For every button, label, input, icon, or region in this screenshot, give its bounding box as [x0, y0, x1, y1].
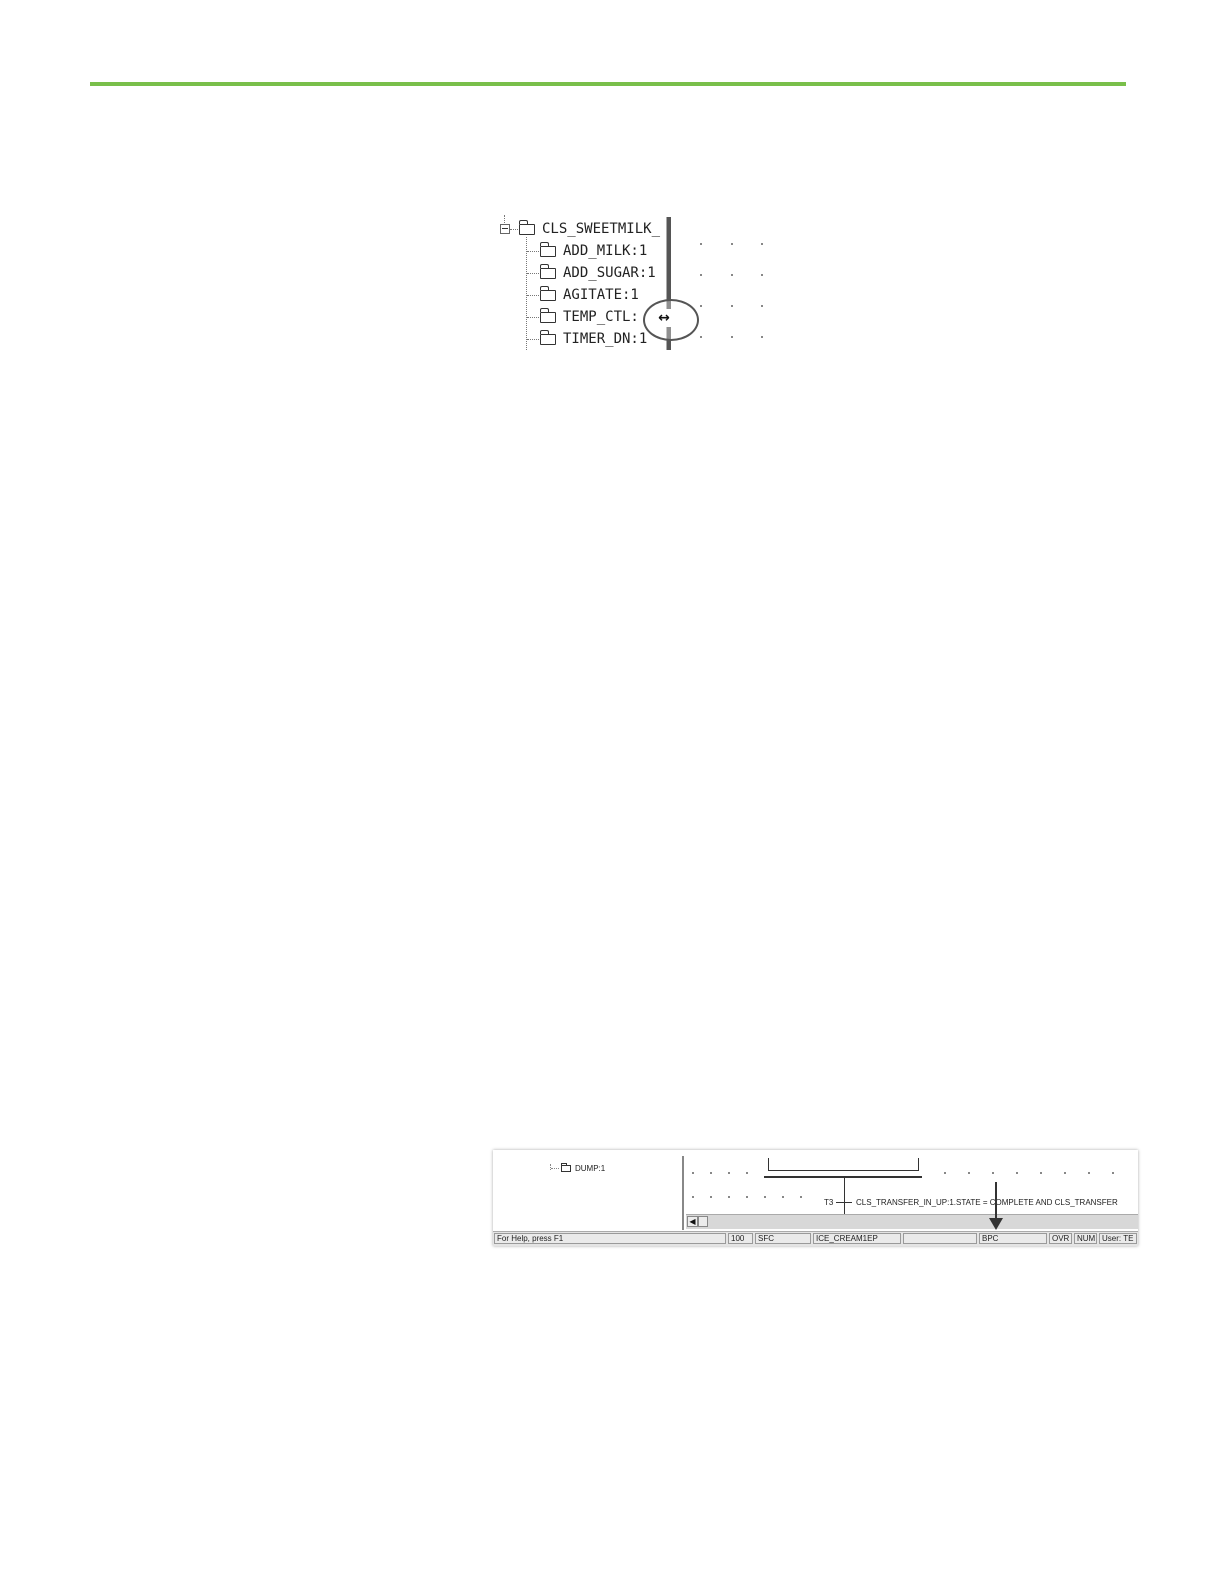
- grid-dot: [700, 305, 702, 307]
- sfc-wire: [768, 1170, 919, 1171]
- grid-dot: [1064, 1172, 1066, 1174]
- scroll-left-button[interactable]: ◀: [687, 1216, 698, 1227]
- collapse-toggle-icon[interactable]: [500, 224, 510, 234]
- header-rule: [90, 82, 1126, 86]
- grid-dot: [1016, 1172, 1018, 1174]
- horizontal-scrollbar[interactable]: ◀: [686, 1214, 1138, 1229]
- status-user: User: TE: [1099, 1233, 1137, 1244]
- tree-item[interactable]: ADD_SUGAR:1: [539, 262, 656, 284]
- status-blank: [903, 1233, 977, 1244]
- tree-connector: [527, 273, 539, 274]
- transition-marker: [836, 1202, 852, 1203]
- grid-dot: [761, 336, 763, 338]
- folder-icon: [539, 329, 556, 345]
- grid-dot: [761, 274, 763, 276]
- grid-dot: [692, 1196, 694, 1198]
- tree-connector: [527, 339, 539, 340]
- status-mode: SFC: [755, 1233, 811, 1244]
- tree-connector: [527, 295, 539, 296]
- sfc-wire: [918, 1158, 919, 1170]
- grid-dot: [731, 305, 733, 307]
- tree-connector: [504, 215, 505, 223]
- grid-dot: [1040, 1172, 1042, 1174]
- grid-dot: [746, 1196, 748, 1198]
- tree-item[interactable]: ADD_MILK:1: [539, 240, 648, 262]
- tree-item-label: AGITATE:1: [563, 287, 639, 303]
- status-zoom: 100: [728, 1233, 753, 1244]
- tree-connector: [551, 1168, 559, 1169]
- grid-dot: [992, 1172, 994, 1174]
- grid-dot: [700, 243, 702, 245]
- sfc-wire: [844, 1178, 845, 1214]
- grid-dot: [710, 1172, 712, 1174]
- grid-dot: [728, 1172, 730, 1174]
- status-help-text: For Help, press F1: [494, 1233, 726, 1244]
- tree-root-label: CLS_SWEETMILK_: [542, 221, 661, 237]
- scroll-thumb[interactable]: [698, 1216, 708, 1227]
- tree-screenshot: CLS_SWEETMILK_ ADD_MILK:1 ADD_SUGAR:1 AG…: [495, 215, 775, 350]
- tree-connector: [527, 251, 539, 252]
- sfc-branch-bar: [764, 1176, 922, 1178]
- grid-dot: [782, 1196, 784, 1198]
- grid-dot: [764, 1196, 766, 1198]
- tree-item-label: TIMER_DN:1: [563, 331, 648, 347]
- callout-arrow-icon: [989, 1218, 1003, 1230]
- status-routine: ICE_CREAM1EP: [813, 1233, 901, 1244]
- grid-dot: [1088, 1172, 1090, 1174]
- status-num: NUM: [1074, 1233, 1097, 1244]
- grid-dot: [710, 1196, 712, 1198]
- tree-connector: [510, 229, 518, 230]
- grid-dot: [746, 1172, 748, 1174]
- transition-id: T3: [824, 1198, 834, 1207]
- tree-item-label: DUMP:1: [575, 1164, 606, 1173]
- grid-dot: [700, 336, 702, 338]
- grid-dot: [1112, 1172, 1114, 1174]
- grid-dot: [761, 243, 763, 245]
- sfc-wire: [768, 1158, 769, 1170]
- status-sfc-type: BPC: [979, 1233, 1047, 1244]
- grid-dot: [692, 1172, 694, 1174]
- tree-connector: [527, 317, 539, 318]
- resize-cursor-icon: ↔: [651, 309, 677, 327]
- controller-organizer-pane: DUMP:1: [493, 1156, 684, 1230]
- folder-icon: [561, 1163, 571, 1172]
- grid-dot: [731, 336, 733, 338]
- grid-dot: [700, 274, 702, 276]
- grid-dot: [800, 1196, 802, 1198]
- tree-connector: [526, 237, 527, 350]
- grid-dot: [968, 1172, 970, 1174]
- grid-dot: [731, 274, 733, 276]
- tree-item[interactable]: TEMP_CTL:: [539, 306, 639, 328]
- folder-icon: [518, 219, 535, 235]
- tree-item[interactable]: AGITATE:1: [539, 284, 639, 306]
- transition-expression: CLS_TRANSFER_IN_UP:1.STATE = COMPLETE AN…: [856, 1198, 1118, 1207]
- callout-arrow: [995, 1182, 997, 1220]
- status-ovr: OVR: [1049, 1233, 1072, 1244]
- tree-item[interactable]: TIMER_DN:1: [539, 328, 648, 350]
- grid-dot: [728, 1196, 730, 1198]
- tree-root-item[interactable]: CLS_SWEETMILK_: [518, 218, 661, 240]
- grid-dot: [761, 305, 763, 307]
- tree-item-label: ADD_SUGAR:1: [563, 265, 656, 281]
- status-bar-screenshot: DUMP:1 T3 CLS_TRANSFER_IN_UP:1.STATE = C…: [493, 1150, 1138, 1246]
- folder-icon: [539, 263, 556, 279]
- tree-item[interactable]: DUMP:1: [551, 1163, 606, 1173]
- folder-icon: [539, 241, 556, 257]
- grid-dot: [731, 243, 733, 245]
- status-bar: For Help, press F1 100 SFC ICE_CREAM1EP …: [493, 1231, 1138, 1246]
- folder-icon: [539, 285, 556, 301]
- folder-icon: [539, 307, 556, 323]
- tree-item-label: ADD_MILK:1: [563, 243, 648, 259]
- grid-dot: [944, 1172, 946, 1174]
- sfc-editor-pane[interactable]: T3 CLS_TRANSFER_IN_UP:1.STATE = COMPLETE…: [686, 1156, 1138, 1214]
- tree-item-label: TEMP_CTL:: [563, 309, 639, 325]
